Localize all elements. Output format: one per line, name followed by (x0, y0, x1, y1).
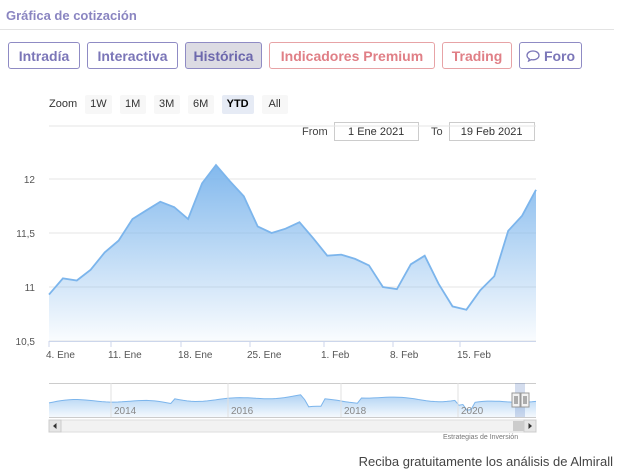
footer-link[interactable]: Reciba gratuitamente los análisis de Alm… (359, 454, 613, 469)
x-tick-label: 1. Feb (321, 350, 350, 361)
x-tick-label: 25. Ene (247, 350, 282, 361)
x-tick-label: 11. Ene (108, 350, 142, 361)
price-series (48, 163, 537, 341)
navigator-year-label: 2020 (461, 406, 484, 417)
navigator-year-label: 2018 (344, 406, 367, 417)
y-axis: 12 11,5 11 10,5 (16, 175, 36, 348)
handle-body (520, 392, 530, 408)
navigator-left-handle[interactable] (511, 392, 521, 408)
navigator-scrollbar[interactable] (48, 419, 537, 433)
price-chart: 12 11,5 11 10,5 4. Ene 11. Ene 18. Ene 25. Ene… (16, 125, 537, 433)
chart-credit[interactable]: Estrategias de Inversión (443, 434, 518, 441)
x-tick-label: 4. Ene (46, 350, 75, 361)
price-area (49, 165, 536, 341)
x-axis: 4. Ene 11. Ene 18. Ene 25. Ene 1. Feb 8. Feb 1… (46, 341, 536, 361)
y-tick-label: 10,5 (16, 337, 36, 348)
y-tick-label: 12 (24, 175, 36, 186)
y-tick-label: 11,5 (16, 229, 35, 240)
navigator-year-label: 2016 (231, 406, 254, 417)
scrollbar-thumb (513, 421, 524, 431)
x-tick-label: 15. Feb (457, 350, 491, 361)
handle-body (511, 392, 521, 408)
navigator[interactable]: 2014 2016 2018 2020 (48, 383, 537, 433)
y-tick-label: 11 (25, 283, 36, 294)
scrollbar-track (48, 419, 537, 433)
navigator-year-label: 2014 (114, 406, 137, 417)
x-tick-label: 8. Feb (390, 350, 419, 361)
navigator-right-handle[interactable] (520, 392, 530, 408)
x-tick-label: 18. Ene (178, 350, 213, 361)
